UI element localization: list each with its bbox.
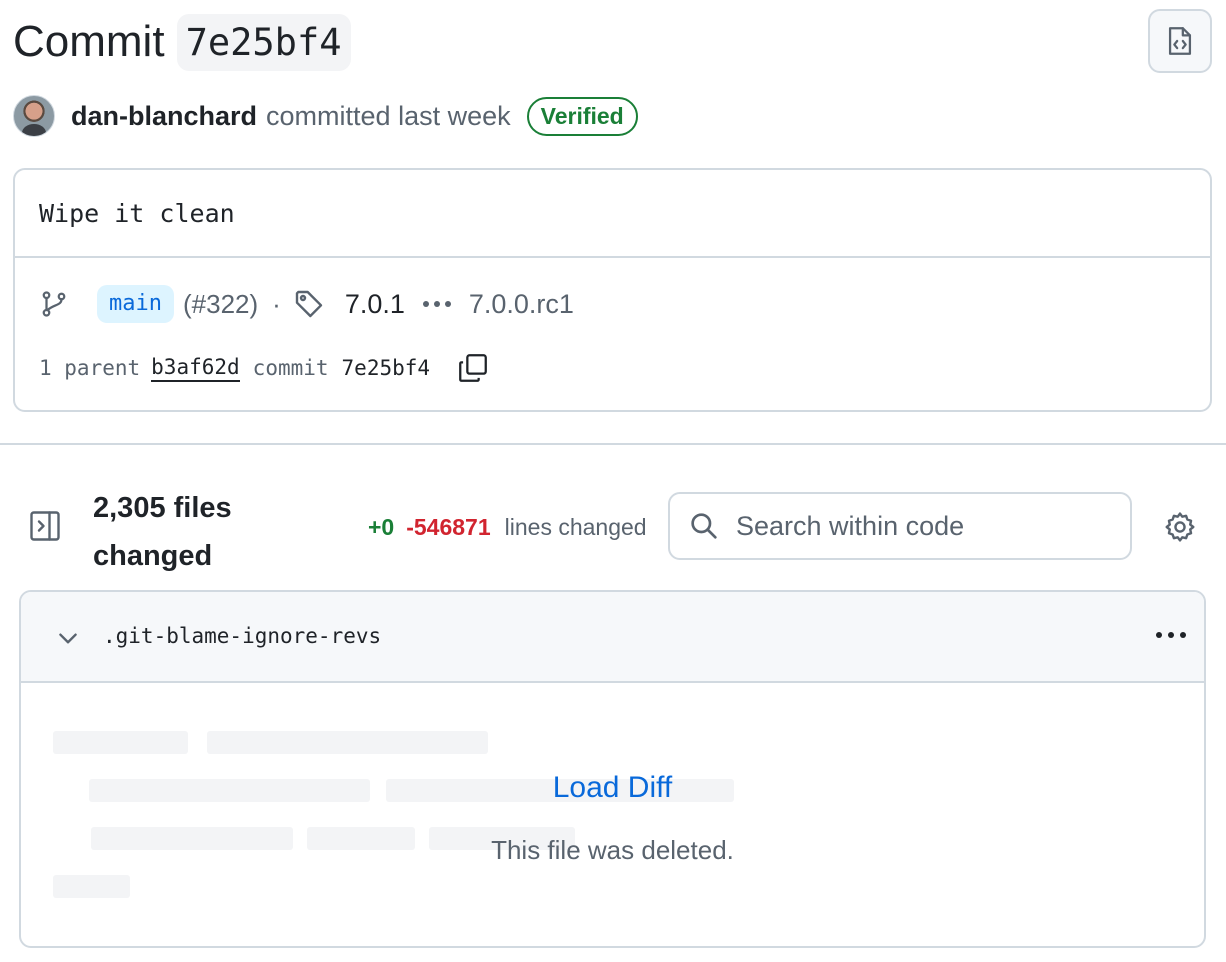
tag-latest-link[interactable]: 7.0.1 [345, 289, 405, 320]
more-tags-button[interactable] [422, 301, 451, 307]
skeleton-line [53, 875, 130, 898]
skeleton-line [53, 731, 188, 754]
lines-changed-label: lines changed [504, 514, 647, 540]
file-body: Load Diff This file was deleted. [21, 683, 1204, 946]
files-changed-count: 2,305 files changed [93, 492, 232, 572]
kebab-menu-icon[interactable] [1156, 632, 1186, 638]
commit-label: commit [252, 356, 329, 380]
file-name-link[interactable]: .git-blame-ignore-revs [103, 624, 381, 648]
commit-title: Commit 7e25bf4 [13, 9, 351, 75]
branch-link[interactable]: main [97, 285, 174, 323]
sidebar-expand-icon[interactable] [27, 508, 63, 544]
tag-icon [295, 290, 323, 318]
files-toolbar: 2,305 files changed +0 -546871 lines cha… [0, 478, 1226, 578]
parent-info: 1 parent b3af62d commit 7e25bf4 [39, 348, 490, 388]
browse-files-button[interactable] [1148, 9, 1212, 73]
tag-oldest-link[interactable]: 7.0.0.rc1 [469, 289, 574, 320]
avatar[interactable] [13, 95, 55, 137]
commit-details-box: Wipe it clean main (#322) · 7.0.1 7.0.0.… [13, 168, 1212, 412]
commit-refs: main (#322) · 7.0.1 7.0.0.rc1 [39, 282, 574, 326]
file-status-text: This file was deleted. [491, 835, 734, 865]
gear-icon[interactable] [1163, 510, 1197, 544]
load-diff-button[interactable]: Load Diff [21, 771, 1204, 805]
pr-link[interactable]: (#322) [183, 289, 258, 320]
page-title: Commit [13, 17, 165, 66]
committed-time: committed last week [266, 100, 511, 131]
file-header: .git-blame-ignore-revs [21, 592, 1204, 683]
deletions-count: -546871 [406, 514, 491, 540]
parent-label: 1 parent [39, 356, 141, 380]
commit-sha-value: 7e25bf4 [341, 356, 431, 380]
file-diff-card: .git-blame-ignore-revs Load Diff This fi… [19, 590, 1206, 948]
copy-icon[interactable] [456, 351, 490, 385]
skeleton-line [207, 731, 488, 754]
verified-badge[interactable]: Verified [526, 96, 638, 136]
commit-sha-title: 7e25bf4 [176, 13, 351, 71]
search-input[interactable]: Search within code [668, 492, 1132, 560]
author-link[interactable]: dan-blanchard [71, 101, 257, 132]
search-placeholder: Search within code [736, 510, 965, 541]
additions-count: +0 [368, 514, 395, 540]
file-code-icon [1168, 27, 1192, 55]
commit-meta: dan-blanchard committed last week Verifi… [13, 94, 638, 138]
chevron-down-icon[interactable] [55, 626, 81, 652]
commit-message: Wipe it clean [15, 170, 1210, 258]
parent-sha-link[interactable]: b3af62d [151, 355, 240, 382]
search-icon [691, 513, 717, 539]
section-divider [0, 443, 1226, 445]
separator-dot: · [272, 288, 281, 319]
git-branch-icon [42, 291, 66, 317]
lines-changed-summary: +0 -546871 lines changed [368, 514, 647, 541]
